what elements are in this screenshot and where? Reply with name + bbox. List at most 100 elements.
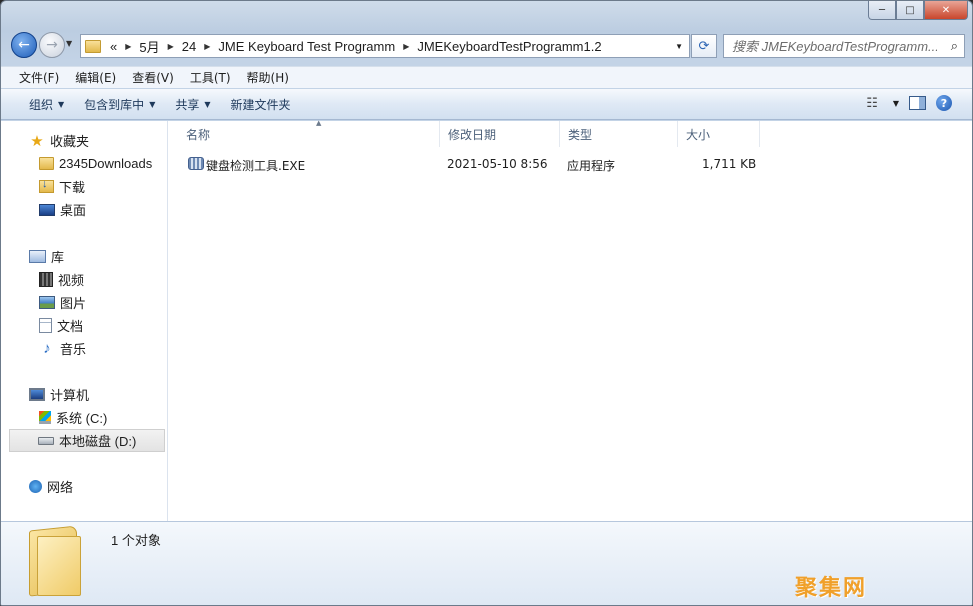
library-icon — [29, 250, 46, 263]
menu-view[interactable]: 查看(V) — [124, 69, 182, 86]
share-button[interactable]: 共享 ▼ — [165, 96, 220, 113]
star-icon: ★ — [30, 132, 44, 150]
sidebar-item-documents[interactable]: 文档 — [1, 314, 167, 337]
sidebar-item-computer[interactable]: 计算机 — [1, 383, 167, 406]
file-type: 应用程序 — [567, 159, 616, 173]
breadcrumb-item[interactable]: 24 — [177, 39, 201, 54]
menu-tools[interactable]: 工具(T) — [182, 69, 239, 86]
folder-icon — [85, 39, 101, 53]
address-bar[interactable]: « ▶ 5月 ▶ 24 ▶ JME Keyboard Test Programm… — [80, 34, 690, 58]
file-list-pane: 名称 ▲ 修改日期 类型 大小 键盘检测工具.EXE 2021-05-10 8:… — [168, 119, 972, 521]
desktop-icon — [39, 203, 55, 216]
sidebar-item-label: 音乐 — [60, 342, 87, 357]
recent-pages-dropdown[interactable]: ▼ — [66, 39, 72, 48]
breadcrumb-item[interactable]: JME Keyboard Test Programm — [213, 39, 400, 54]
forward-button[interactable]: → — [39, 32, 65, 58]
sidebar-item-drive-c[interactable]: 系统 (C:) — [1, 406, 167, 429]
menu-edit[interactable]: 编辑(E) — [67, 69, 124, 86]
sidebar-item-label: 本地磁盘 (D:) — [59, 434, 137, 449]
watermark-logo: 聚集网 — [795, 576, 868, 601]
forward-arrow-icon: → — [46, 37, 58, 53]
navigation-pane: ★收藏夹 2345Downloads 下载 桌面 库 视频 图片 文档 ♪音乐 … — [1, 121, 168, 521]
new-folder-button[interactable]: 新建文件夹 — [221, 96, 301, 113]
chevron-down-icon: ▼ — [58, 99, 65, 109]
chevron-down-icon: ▼ — [149, 99, 156, 109]
sidebar-item-network[interactable]: 网络 — [1, 475, 167, 498]
sidebar-item-label: 图片 — [60, 296, 87, 311]
address-history-dropdown[interactable]: ▼ — [669, 42, 689, 51]
breadcrumb-item-current[interactable]: JMEKeyboardTestProgramm1.2 — [412, 39, 606, 54]
breadcrumb-item[interactable]: 5月 — [134, 37, 164, 56]
sidebar-item-label: 收藏夹 — [50, 134, 90, 149]
organize-label: 组织 — [29, 97, 54, 112]
help-icon[interactable]: ? — [936, 95, 952, 111]
sidebar-item-desktop[interactable]: 桌面 — [1, 198, 167, 221]
sidebar-item-downloads[interactable]: 下载 — [1, 175, 167, 198]
file-modified: 2021-05-10 8:56 — [447, 157, 548, 171]
file-name: 键盘检测工具.EXE — [206, 159, 306, 173]
view-options-chevron-icon[interactable]: ▼ — [893, 99, 899, 108]
computer-group: 计算机 系统 (C:) 本地磁盘 (D:) — [1, 383, 167, 452]
sidebar-item-label: 计算机 — [50, 388, 90, 403]
include-in-library-button[interactable]: 包含到库中 ▼ — [74, 96, 165, 113]
computer-icon — [29, 388, 45, 401]
maximize-button[interactable]: □ — [896, 1, 924, 20]
favorites-group: ★ 收藏夹 2345Downloads 下载 桌面 — [1, 129, 167, 221]
sidebar-item-label: 下载 — [59, 180, 86, 195]
refresh-icon: ⟳ — [698, 38, 710, 54]
organize-button[interactable]: 组织 ▼ — [19, 96, 74, 113]
back-button[interactable]: ← — [11, 32, 37, 58]
chevron-right-icon[interactable]: ▶ — [201, 42, 213, 51]
preview-pane-icon[interactable] — [909, 96, 926, 110]
sidebar-item-music[interactable]: ♪ 音乐 — [1, 337, 167, 360]
libraries-group: 库 视频 图片 文档 ♪ 音乐 — [1, 245, 167, 360]
sidebar-item-label: 网络 — [47, 480, 74, 495]
column-header-label: 大小 — [686, 127, 711, 142]
sidebar-item-libraries[interactable]: 库 — [1, 245, 167, 268]
caption-buttons: ─ □ ✕ — [868, 1, 968, 20]
breadcrumb-overflow[interactable]: « — [105, 39, 122, 54]
search-input[interactable] — [730, 37, 939, 55]
column-header-type[interactable]: 类型 — [560, 121, 678, 147]
sidebar-item-label: 桌面 — [60, 203, 87, 218]
back-arrow-icon: ← — [18, 37, 30, 53]
close-button[interactable]: ✕ — [924, 1, 968, 20]
menu-file[interactable]: 文件(F) — [11, 69, 67, 86]
video-icon — [39, 272, 53, 287]
menu-bar: 文件(F) 编辑(E) 查看(V) 工具(T) 帮助(H) — [1, 66, 972, 88]
keyboard-app-icon — [188, 157, 204, 170]
minimize-button[interactable]: ─ — [868, 1, 896, 20]
explorer-window: ─ □ ✕ ← → ▼ « ▶ 5月 ▶ 24 ▶ JME Keyboard T… — [0, 0, 973, 606]
sidebar-item-label: 视频 — [58, 273, 85, 288]
refresh-button[interactable]: ⟳ — [691, 34, 717, 58]
system-drive-icon — [39, 411, 51, 424]
menu-help[interactable]: 帮助(H) — [239, 69, 297, 86]
sort-ascending-icon: ▲ — [316, 119, 322, 127]
sidebar-item-drive-d[interactable]: 本地磁盘 (D:) — [9, 429, 165, 452]
sidebar-item-favorites[interactable]: ★ 收藏夹 — [1, 129, 167, 152]
column-header-modified[interactable]: 修改日期 — [440, 121, 560, 147]
folder-front-icon — [37, 536, 81, 596]
chevron-right-icon[interactable]: ▶ — [400, 42, 412, 51]
column-header-label: 修改日期 — [448, 127, 497, 142]
column-header-size[interactable]: 大小 — [678, 121, 760, 147]
view-controls: ☷ ▼ ? — [866, 95, 952, 111]
hard-drive-icon — [38, 436, 54, 445]
share-label: 共享 — [175, 97, 200, 112]
chevron-right-icon[interactable]: ▶ — [122, 42, 134, 51]
document-icon — [39, 318, 52, 333]
sidebar-item-pictures[interactable]: 图片 — [1, 291, 167, 314]
command-bar: 组织 ▼ 包含到库中 ▼ 共享 ▼ 新建文件夹 ☷ ▼ ? — [1, 89, 972, 120]
file-size: 1,711 KB — [702, 157, 757, 171]
chevron-right-icon[interactable]: ▶ — [165, 42, 177, 51]
sidebar-item-2345downloads[interactable]: 2345Downloads — [1, 152, 167, 175]
column-header-name[interactable]: 名称 ▲ — [178, 119, 440, 147]
network-group: 网络 — [1, 475, 167, 498]
change-view-icon[interactable]: ☷ — [866, 96, 878, 111]
sidebar-item-videos[interactable]: 视频 — [1, 268, 167, 291]
picture-icon — [39, 296, 55, 309]
search-icon[interactable]: ⌕ — [951, 38, 958, 54]
file-row[interactable]: 键盘检测工具.EXE 2021-05-10 8:56 应用程序 1,711 KB — [184, 153, 774, 175]
navigation-row: ← → ▼ « ▶ 5月 ▶ 24 ▶ JME Keyboard Test Pr… — [1, 29, 972, 63]
item-count: 1 个对象 — [111, 533, 161, 548]
